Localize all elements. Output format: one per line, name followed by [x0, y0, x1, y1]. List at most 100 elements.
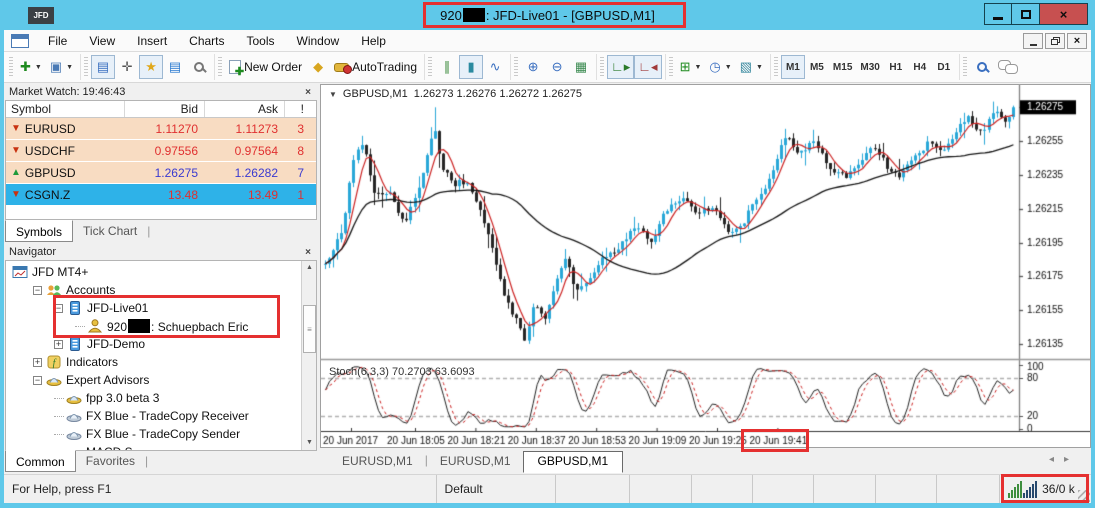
chart-tab-1-eurusd-m1[interactable]: EURUSD,M1	[428, 452, 523, 470]
title-bar[interactable]: JFD 920: JFD-Live01 - [GBPUSD,M1] ×	[0, 0, 1095, 30]
market-watch-toggle-button[interactable]: ▤	[91, 55, 115, 79]
tf-d1-button[interactable]: D1	[932, 55, 956, 79]
table-row-csgn.z[interactable]: ▼CSGN.Z13.4813.491	[6, 184, 316, 206]
tf-h4-button[interactable]: H4	[908, 55, 932, 79]
line-chart-type-button[interactable]: ∿	[483, 55, 507, 79]
metaeditor-button[interactable]: ◆	[306, 55, 330, 79]
column-header-spread[interactable]: !	[284, 101, 312, 117]
mdi-close-button[interactable]: ×	[1067, 33, 1087, 49]
new-chart-button[interactable]: ✚▼	[16, 55, 46, 79]
tree-item-indicators[interactable]: +fIndicators	[6, 353, 300, 371]
tab-common[interactable]: Common	[5, 450, 76, 472]
price-chart-canvas[interactable]	[321, 85, 1090, 447]
toolbar-group-7: M1M5M15M30H1 H4 D1	[770, 54, 959, 80]
menu-charts[interactable]: Charts	[178, 32, 235, 50]
tab-symbols[interactable]: Symbols	[5, 220, 73, 242]
expand-icon[interactable]: +	[54, 340, 63, 349]
zoom-in-button[interactable]: ⊕	[521, 55, 545, 79]
chart-expander-icon[interactable]: ▼	[329, 90, 337, 99]
chart-tab-2-gbpusd-m1[interactable]: GBPUSD,M1	[523, 451, 624, 473]
tree-item-jfd-demo[interactable]: +JFD-Demo	[6, 335, 300, 353]
tree-item-fpp-3-0-beta-3[interactable]: fpp 3.0 beta 3	[6, 389, 300, 407]
menu-help[interactable]: Help	[350, 32, 397, 50]
tf-m15-button[interactable]: M15	[829, 55, 856, 79]
menu-tools[interactable]: Tools	[236, 32, 286, 50]
navigator-scrollbar[interactable]: ▲ ≡ ▼	[301, 261, 316, 450]
table-row-usdchf[interactable]: ▼USDCHF0.975560.975648	[6, 140, 316, 162]
zoom-out-button[interactable]: ⊖	[545, 55, 569, 79]
templates-button[interactable]: ▧▼	[736, 55, 767, 79]
tree-item-jfd-live01[interactable]: −JFD-Live01	[6, 299, 300, 317]
menu-file[interactable]: File	[37, 32, 78, 50]
tab-scroll-arrows[interactable]: ◂▸	[1049, 454, 1079, 465]
tree-item-accounts[interactable]: −Accounts	[6, 281, 300, 299]
tile-windows-button[interactable]: ▦	[569, 55, 593, 79]
new-order-button[interactable]: ✚New Order	[225, 55, 306, 79]
column-header-symbol[interactable]: Symbol	[6, 102, 124, 116]
ea-gold-icon	[66, 390, 82, 406]
chat-button[interactable]	[994, 55, 1022, 79]
column-header-bid[interactable]: Bid	[124, 101, 204, 117]
tree-item-label: 920: Schuepbach Eric	[107, 319, 248, 334]
navigator-tree: JFD MT4+−Accounts−JFD-Live01 920: Schuepb…	[6, 263, 300, 450]
tab-favorites[interactable]: Favorites	[76, 452, 145, 470]
auto-scroll-button[interactable]: ∟▸	[607, 55, 634, 79]
data-window-icon: ✛	[122, 59, 133, 75]
tree-item-jfd-mt4[interactable]: JFD MT4+	[6, 263, 300, 281]
candle-chart-type-button[interactable]: ▮	[459, 55, 483, 79]
tree-item-fx-blue-tradecopy-sender[interactable]: FX Blue - TradeCopy Sender	[6, 425, 300, 443]
autotrading-button[interactable]: AutoTrading	[330, 55, 421, 79]
periods-button[interactable]: ◷▼	[705, 55, 735, 79]
terminal-toggle-button[interactable]: ▤	[163, 55, 187, 79]
tf-h4-label: H4	[913, 62, 926, 73]
collapse-icon[interactable]: −	[54, 304, 63, 313]
chart-tab-0-eurusd-m1[interactable]: EURUSD,M1	[330, 452, 425, 470]
tf-h1-button[interactable]: H1	[884, 55, 908, 79]
tab-tick-chart[interactable]: Tick Chart	[73, 222, 147, 240]
profiles-button[interactable]: ▣▼	[46, 55, 77, 79]
column-header-ask[interactable]: Ask	[204, 101, 284, 117]
chat-icon	[998, 60, 1018, 74]
menu-view[interactable]: View	[78, 32, 126, 50]
collapse-icon[interactable]: −	[33, 286, 42, 295]
close-button[interactable]: ×	[1040, 3, 1088, 25]
market-watch-close-icon[interactable]: ×	[303, 87, 313, 98]
collapse-icon[interactable]: −	[33, 376, 42, 385]
resize-grip[interactable]	[1078, 490, 1090, 502]
tree-item-expert-advisors[interactable]: −Expert Advisors	[6, 371, 300, 389]
expand-icon[interactable]: +	[33, 358, 42, 367]
scroll-up-icon[interactable]: ▲	[302, 261, 317, 275]
navigator-toggle-button[interactable]: ★	[139, 55, 163, 79]
table-row-eurusd[interactable]: ▼EURUSD1.112701.112733	[6, 118, 316, 140]
tree-item-fx-blue-tradecopy-receiver[interactable]: FX Blue - TradeCopy Receiver	[6, 407, 300, 425]
tf-m1-button[interactable]: M1	[781, 55, 805, 79]
mdi-restore-button[interactable]	[1045, 33, 1065, 49]
navigator-panel: Navigator × JFD MT4+−Accounts−JFD-Live01…	[4, 244, 318, 474]
scroll-down-icon[interactable]: ▼	[302, 436, 317, 450]
indicators-list-button[interactable]: ⊞▼	[676, 55, 706, 79]
connection-bar	[1029, 487, 1031, 498]
search-button[interactable]	[970, 55, 994, 79]
table-row-gbpusd[interactable]: ▲GBPUSD1.262751.262827	[6, 162, 316, 184]
chart-shift-button[interactable]: ∟◂	[634, 55, 661, 79]
menu-window[interactable]: Window	[286, 32, 351, 50]
tf-m30-button[interactable]: M30	[856, 55, 883, 79]
scrollbar-thumb[interactable]: ≡	[303, 305, 316, 353]
mdi-minimize-button[interactable]	[1023, 33, 1043, 49]
connection-bar	[1035, 481, 1037, 498]
market-watch-toggle-icon: ▤	[97, 59, 109, 75]
minimize-button[interactable]	[984, 3, 1012, 25]
tree-item-macd-s[interactable]: MACD S	[6, 443, 300, 450]
status-profile[interactable]: Default	[437, 475, 557, 503]
tf-m5-button[interactable]: M5	[805, 55, 829, 79]
strategy-tester-button[interactable]	[187, 55, 211, 79]
status-connection[interactable]: 36/0 k	[1000, 475, 1091, 503]
data-window-button[interactable]: ✛	[115, 55, 139, 79]
navigator-close-icon[interactable]: ×	[303, 247, 313, 258]
bar-chart-type-button[interactable]: ∥	[435, 55, 459, 79]
window-title-suffix: : JFD-Live01 - [GBPUSD,M1]	[486, 8, 655, 23]
indicators-list-icon: ⊞	[680, 59, 691, 75]
tree-item-920-schuepbach-eric[interactable]: 920: Schuepbach Eric	[6, 317, 300, 335]
maximize-button[interactable]	[1012, 3, 1040, 25]
menu-insert[interactable]: Insert	[126, 32, 178, 50]
